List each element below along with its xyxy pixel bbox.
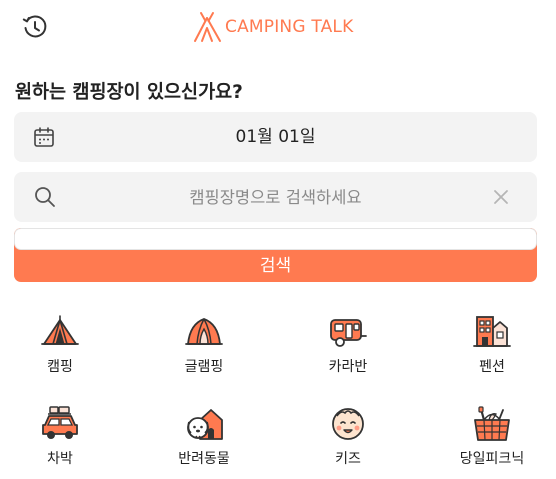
search-heading: 원하는 캠핑장이 있으신가요? [15, 82, 243, 103]
logo-text: CAMPING TALK [225, 17, 354, 37]
picnic-basket-icon [474, 406, 510, 441]
search-button-label: 검색 [259, 256, 292, 276]
category-label: 당일피크닉 [459, 451, 525, 467]
category-pets[interactable]: 반려동물 [149, 406, 259, 476]
top-bar: CAMPING TALK [0, 0, 556, 56]
brand-logo[interactable]: CAMPING TALK [193, 10, 353, 44]
car-camping-icon [42, 406, 78, 439]
date-value: 01월 01일 [235, 127, 316, 147]
category-label: 펜션 [479, 359, 505, 375]
category-camping[interactable]: 캠핑 [5, 314, 115, 384]
date-picker-field[interactable]: 01월 01일 [14, 112, 537, 162]
logo-tent-icon [194, 12, 221, 42]
category-label: 반려동물 [178, 451, 230, 467]
search-icon [35, 187, 55, 207]
clock-history-icon [22, 15, 47, 38]
category-label: 키즈 [335, 451, 361, 467]
category-label: 글램핑 [184, 359, 224, 375]
close-icon[interactable] [491, 187, 511, 207]
pension-building-icon [473, 316, 511, 347]
search-input[interactable] [74, 172, 477, 222]
history-button[interactable] [20, 12, 50, 42]
search-box [14, 172, 537, 222]
caravan-icon [330, 319, 367, 347]
category-label: 카라반 [328, 359, 368, 375]
glamping-tent-icon [185, 318, 223, 345]
pet-house-icon [187, 409, 223, 440]
search-button-overlay [14, 228, 537, 250]
category-car-camping[interactable]: 차박 [5, 406, 115, 476]
category-kids[interactable]: 키즈 [293, 406, 403, 476]
category-label: 차박 [47, 451, 73, 467]
category-day-picnic[interactable]: 당일피크닉 [437, 406, 547, 476]
category-label: 캠핑 [47, 359, 73, 375]
kid-face-icon [332, 408, 364, 440]
category-caravan[interactable]: 카라반 [293, 314, 403, 384]
tent-icon [41, 315, 79, 345]
category-pension[interactable]: 펜션 [437, 314, 547, 384]
category-glamping[interactable]: 글램핑 [149, 314, 259, 384]
search-button[interactable]: 검색 [14, 228, 537, 282]
